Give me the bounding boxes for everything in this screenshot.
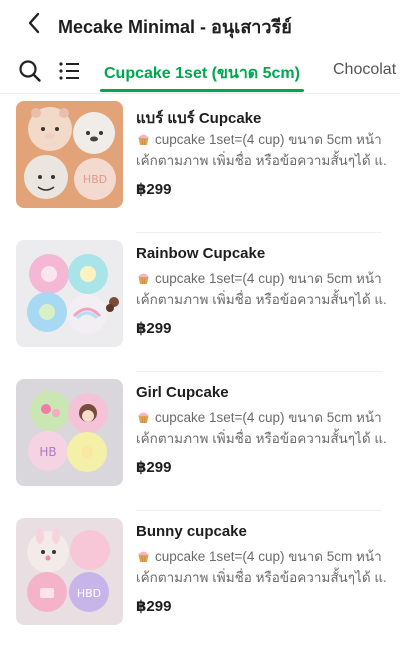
product-image-girl-cupcake: HB bbox=[16, 379, 123, 486]
product-description: cupcake 1set=(4 cup) ขนาด 5cm หน้า เค้กต… bbox=[136, 410, 386, 446]
tab-chocolate[interactable]: Chocolat bbox=[333, 61, 396, 79]
product-item[interactable]: HBD แบร์ แบร์ Cupcake cupcake 1set=(4 cu… bbox=[0, 94, 400, 233]
cupcake-icon bbox=[138, 551, 149, 563]
product-price: ฿299 bbox=[136, 181, 172, 198]
product-image-bunny-cupcake: HBD bbox=[16, 518, 123, 625]
product-image-rainbow-cupcake bbox=[16, 240, 123, 347]
product-name: Rainbow Cupcake bbox=[136, 245, 266, 262]
product-description: cupcake 1set=(4 cup) ขนาด 5cm หน้า เค้กต… bbox=[136, 132, 386, 168]
app-header: Mecake Minimal - อนุเสาวรีย์ bbox=[0, 0, 400, 46]
product-price: ฿299 bbox=[136, 320, 172, 337]
product-image-bear-cupcake: HBD bbox=[16, 101, 123, 208]
product-price: ฿299 bbox=[136, 598, 172, 615]
category-tabbar: Cupcake 1set (ขนาด 5cm) Chocolat bbox=[0, 50, 400, 94]
svg-text:HBD: HBD bbox=[83, 173, 107, 186]
product-name: Girl Cupcake bbox=[136, 384, 229, 401]
category-menu-button[interactable] bbox=[58, 60, 82, 82]
back-button[interactable] bbox=[22, 10, 46, 36]
tab-cupcake-1set[interactable]: Cupcake 1set (ขนาด 5cm) bbox=[100, 61, 304, 92]
store-title: Mecake Minimal - อนุเสาวรีย์ bbox=[58, 17, 292, 37]
product-name: แบร์ แบร์ Cupcake bbox=[136, 110, 262, 127]
search-icon bbox=[19, 60, 41, 82]
product-name: Bunny cupcake bbox=[136, 523, 247, 540]
product-item[interactable]: HBD Bunny cupcake cupcake 1set=(4 cup) ข… bbox=[0, 511, 400, 650]
svg-text:HB: HB bbox=[39, 445, 56, 459]
search-button[interactable] bbox=[18, 59, 42, 83]
svg-text:HBD: HBD bbox=[77, 587, 101, 600]
list-menu-icon bbox=[59, 62, 79, 80]
product-price: ฿299 bbox=[136, 459, 172, 476]
product-item[interactable]: Rainbow Cupcake cupcake 1set=(4 cup) ขนา… bbox=[0, 233, 400, 372]
product-item[interactable]: HB Girl Cupcake cupcake 1set=(4 cup) ขนา… bbox=[0, 372, 400, 511]
product-description: cupcake 1set=(4 cup) ขนาด 5cm หน้า เค้กต… bbox=[136, 549, 386, 585]
cupcake-icon bbox=[138, 134, 149, 146]
cupcake-icon bbox=[138, 412, 149, 424]
chevron-left-icon bbox=[28, 12, 40, 34]
product-description: cupcake 1set=(4 cup) ขนาด 5cm หน้า เค้กต… bbox=[136, 271, 386, 307]
cupcake-icon bbox=[138, 273, 149, 285]
